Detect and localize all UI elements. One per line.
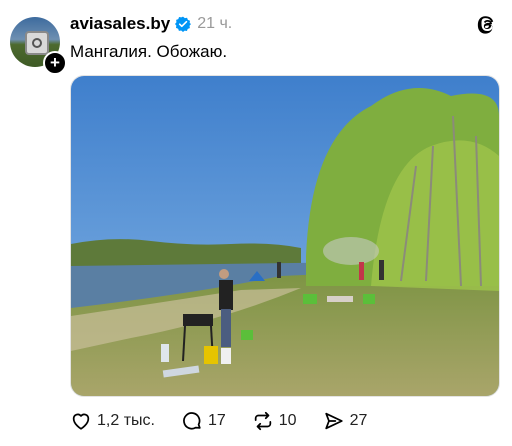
photo-scene: [71, 76, 499, 396]
verified-icon: [175, 16, 192, 32]
follow-plus-icon[interactable]: +: [43, 51, 67, 75]
username[interactable]: aviasales.by: [70, 14, 170, 34]
avatar[interactable]: +: [10, 17, 67, 75]
post-photo[interactable]: [70, 75, 500, 397]
threads-logo-icon[interactable]: [476, 14, 498, 36]
post-caption: Мангалия. Обожаю.: [70, 42, 228, 61]
repost-count: 10: [278, 412, 297, 429]
share-button[interactable]: 27: [323, 410, 368, 432]
post-header: aviasales.by 21 ч.: [70, 14, 232, 34]
comment-bubble-icon: [183, 412, 201, 430]
post-actions: 1,2 тыс. 17 10 27: [70, 410, 393, 432]
share-count: 27: [349, 412, 368, 429]
like-button[interactable]: 1,2 тыс.: [70, 410, 155, 432]
repost-icon: [254, 411, 271, 431]
avatar-logo: [25, 31, 49, 55]
send-icon: [324, 412, 343, 430]
heart-icon: [72, 413, 90, 430]
repost-button[interactable]: 10: [252, 410, 297, 432]
comment-button[interactable]: 17: [181, 410, 226, 432]
post-time: 21 ч.: [197, 15, 233, 32]
comment-count: 17: [207, 412, 226, 429]
like-count: 1,2 тыс.: [97, 412, 155, 429]
